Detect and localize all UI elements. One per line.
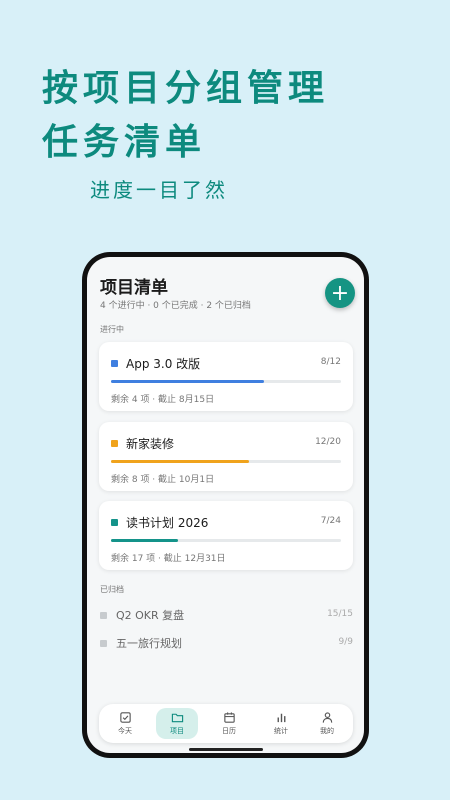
archived-count: 15/15 <box>327 609 353 619</box>
progress-fill <box>111 380 265 383</box>
project-meta: 剩余 8 项 · 截止 10月1日 <box>111 475 215 485</box>
project-card[interactable]: 新家装修 12/20 剩余 8 项 · 截止 10月1日 <box>99 422 353 491</box>
project-card[interactable]: 读书计划 2026 7/24 剩余 17 项 · 截止 12月31日 <box>99 501 353 570</box>
section-label-archived: 已归档 <box>100 585 124 594</box>
project-color-dot <box>111 440 118 447</box>
project-card[interactable]: App 3.0 改版 8/12 剩余 4 项 · 截止 8月15日 <box>99 342 353 411</box>
progress-bar <box>111 539 341 542</box>
checkbox-icon <box>119 712 131 723</box>
folder-icon <box>171 713 183 723</box>
project-count: 7/24 <box>320 516 341 526</box>
archived-item[interactable]: Q2 OKR 复盘 15/15 <box>100 607 353 623</box>
project-name: 读书计划 2026 <box>126 516 209 530</box>
archived-name: 五一旅行规划 <box>116 637 182 650</box>
tab-label: 日历 <box>222 727 236 735</box>
project-meta: 剩余 4 项 · 截止 8月15日 <box>111 395 215 405</box>
progress-bar <box>111 380 341 383</box>
tab-profile[interactable]: 我的 <box>306 708 348 739</box>
archived-dot <box>100 612 107 619</box>
headline-line-2: 任务清单 <box>42 122 207 163</box>
home-indicator <box>189 748 263 751</box>
project-color-dot <box>111 360 118 367</box>
project-color-dot <box>111 519 118 526</box>
project-count: 8/12 <box>320 357 341 367</box>
tab-label: 项目 <box>170 727 184 735</box>
person-icon <box>322 712 332 723</box>
tab-projects[interactable]: 项目 <box>156 708 198 739</box>
archived-name: Q2 OKR 复盘 <box>116 609 185 622</box>
calendar-icon <box>223 712 235 723</box>
project-name: 新家装修 <box>126 437 175 451</box>
tab-calendar[interactable]: 日历 <box>208 708 250 739</box>
bar-chart-icon <box>277 713 285 723</box>
project-count: 12/20 <box>315 437 341 447</box>
progress-fill <box>111 539 179 542</box>
project-meta: 剩余 17 项 · 截止 12月31日 <box>111 554 226 564</box>
archived-count: 9/9 <box>338 637 353 647</box>
tab-stats[interactable]: 统计 <box>260 708 302 739</box>
bottom-tab-bar: 今天 项目 日历 统计 我的 <box>99 704 353 743</box>
tab-today[interactable]: 今天 <box>104 708 146 739</box>
headline-line-1: 按项目分组管理 <box>42 68 330 109</box>
progress-bar <box>111 460 341 463</box>
add-project-button[interactable]: + <box>325 278 355 308</box>
tab-label: 统计 <box>274 727 288 735</box>
promo-headline: 按项目分组管理 任务清单 <box>42 62 329 170</box>
tab-label: 我的 <box>320 727 334 735</box>
archived-item[interactable]: 五一旅行规划 9/9 <box>100 635 353 651</box>
page-title: 项目清单 <box>100 278 168 298</box>
phone-frame: 项目清单 4 个进行中 · 0 个已完成 · 2 个已归档 + 进行中 App … <box>82 252 369 758</box>
project-summary: 4 个进行中 · 0 个已完成 · 2 个已归档 <box>100 301 251 311</box>
progress-fill <box>111 460 249 463</box>
section-label-active: 进行中 <box>100 325 124 334</box>
project-name: App 3.0 改版 <box>126 357 201 371</box>
archived-dot <box>100 640 107 647</box>
promo-subline: 进度一目了然 <box>90 178 228 202</box>
app-screen: 项目清单 4 个进行中 · 0 个已完成 · 2 个已归档 + 进行中 App … <box>87 257 364 753</box>
tab-label: 今天 <box>118 727 132 735</box>
